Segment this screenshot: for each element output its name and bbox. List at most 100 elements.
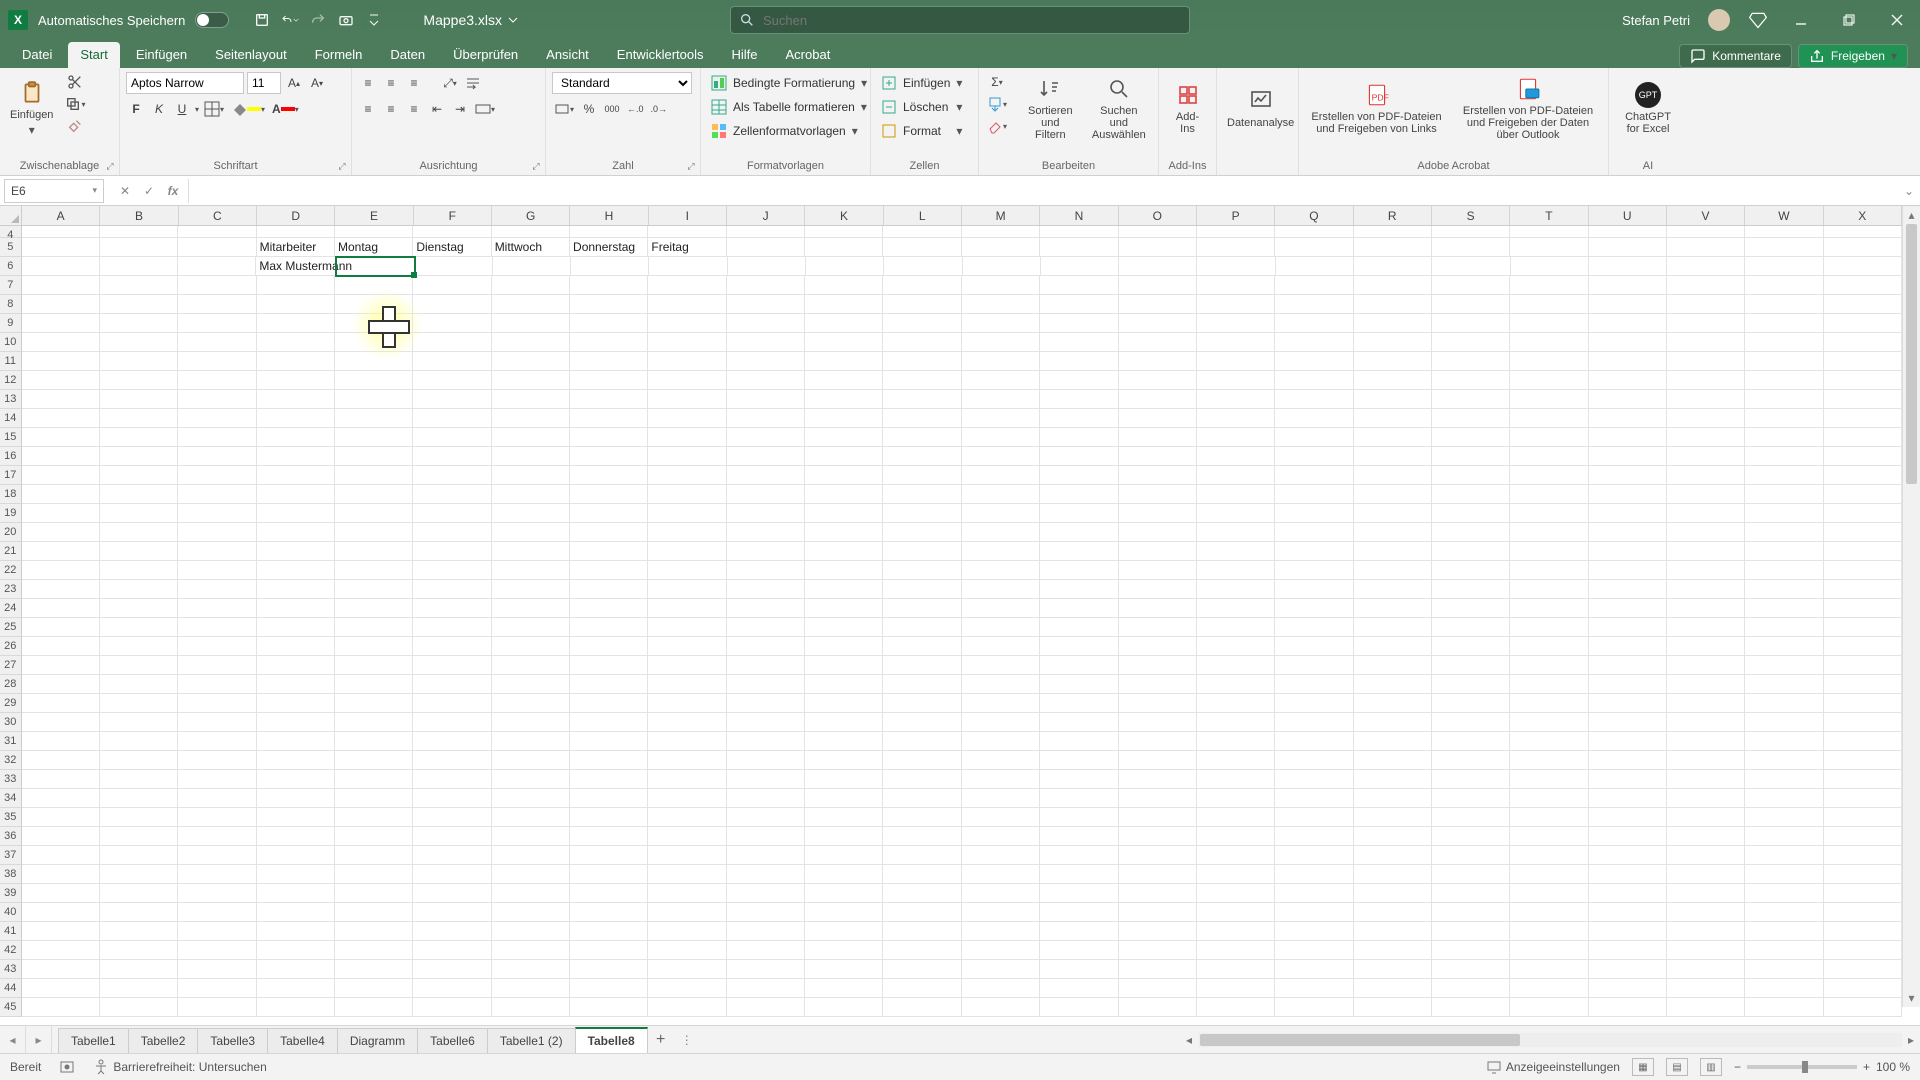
cell-S26[interactable] <box>1432 637 1510 656</box>
cell-S37[interactable] <box>1432 846 1510 865</box>
cell-A41[interactable] <box>22 922 100 941</box>
row-header-31[interactable]: 31 <box>0 732 22 751</box>
cell-E28[interactable] <box>335 675 413 694</box>
cell-T23[interactable] <box>1510 580 1588 599</box>
cell-B6[interactable] <box>100 257 178 276</box>
cell-X27[interactable] <box>1824 656 1902 675</box>
cell-A44[interactable] <box>22 979 100 998</box>
cell-T12[interactable] <box>1510 371 1588 390</box>
cell-N32[interactable] <box>1040 751 1118 770</box>
cell-F22[interactable] <box>413 561 491 580</box>
cell-U16[interactable] <box>1589 447 1667 466</box>
cell-N36[interactable] <box>1040 827 1118 846</box>
cell-L20[interactable] <box>883 523 961 542</box>
cell-Q42[interactable] <box>1275 941 1353 960</box>
cell-G44[interactable] <box>492 979 570 998</box>
cell-P21[interactable] <box>1197 542 1275 561</box>
cell-N10[interactable] <box>1040 333 1118 352</box>
cell-X20[interactable] <box>1824 523 1902 542</box>
cell-W36[interactable] <box>1745 827 1823 846</box>
cell-C6[interactable] <box>178 257 256 276</box>
cell-F12[interactable] <box>413 371 491 390</box>
cell-I37[interactable] <box>648 846 726 865</box>
cell-C8[interactable] <box>178 295 256 314</box>
percent-button[interactable]: % <box>579 99 599 119</box>
cell-B15[interactable] <box>100 428 178 447</box>
cell-R30[interactable] <box>1354 713 1432 732</box>
cell-E27[interactable] <box>335 656 413 675</box>
cell-S33[interactable] <box>1432 770 1510 789</box>
cell-Q44[interactable] <box>1275 979 1353 998</box>
cell-D24[interactable] <box>257 599 335 618</box>
cell-B25[interactable] <box>100 618 178 637</box>
cell-D17[interactable] <box>257 466 335 485</box>
cell-S5[interactable] <box>1432 238 1510 257</box>
paste-button[interactable]: Einfügen ▾ <box>6 72 57 144</box>
col-header-E[interactable]: E <box>335 206 413 225</box>
cell-C17[interactable] <box>178 466 256 485</box>
cell-K20[interactable] <box>805 523 883 542</box>
maximize-button[interactable] <box>1834 10 1864 30</box>
cell-O44[interactable] <box>1119 979 1197 998</box>
cell-R4[interactable] <box>1354 226 1432 238</box>
row-header-22[interactable]: 22 <box>0 561 22 580</box>
row-header-39[interactable]: 39 <box>0 884 22 903</box>
cell-H5[interactable]: Donnerstag <box>570 238 648 257</box>
cell-H39[interactable] <box>570 884 648 903</box>
cell-J32[interactable] <box>727 751 805 770</box>
cell-C29[interactable] <box>178 694 256 713</box>
cell-O5[interactable] <box>1119 238 1197 257</box>
cell-F28[interactable] <box>413 675 491 694</box>
cell-W21[interactable] <box>1745 542 1823 561</box>
format-as-table-button[interactable]: Als Tabelle formatieren▾ <box>707 96 871 118</box>
cell-P13[interactable] <box>1197 390 1275 409</box>
increase-indent-button[interactable]: ⇥ <box>450 99 470 119</box>
cell-X33[interactable] <box>1824 770 1902 789</box>
cell-W38[interactable] <box>1745 865 1823 884</box>
cell-B20[interactable] <box>100 523 178 542</box>
cell-H31[interactable] <box>570 732 648 751</box>
cell-F20[interactable] <box>413 523 491 542</box>
number-format-combo[interactable]: Standard <box>552 72 692 94</box>
align-top-button[interactable]: ≡ <box>358 73 378 93</box>
cell-V9[interactable] <box>1667 314 1745 333</box>
cell-A30[interactable] <box>22 713 100 732</box>
hscroll-right[interactable]: ▸ <box>1902 1031 1920 1049</box>
cell-B10[interactable] <box>100 333 178 352</box>
cell-F42[interactable] <box>413 941 491 960</box>
cell-X21[interactable] <box>1824 542 1902 561</box>
cell-Q31[interactable] <box>1275 732 1353 751</box>
cell-H18[interactable] <box>570 485 648 504</box>
cell-R15[interactable] <box>1354 428 1432 447</box>
cell-L44[interactable] <box>883 979 961 998</box>
sheet-tab-tabelle6[interactable]: Tabelle6 <box>417 1028 488 1053</box>
cell-G22[interactable] <box>492 561 570 580</box>
cell-Q38[interactable] <box>1275 865 1353 884</box>
cell-O41[interactable] <box>1119 922 1197 941</box>
vscroll-thumb[interactable] <box>1906 224 1917 484</box>
cell-V11[interactable] <box>1667 352 1745 371</box>
ribbon-tab-acrobat[interactable]: Acrobat <box>774 42 843 68</box>
cell-E16[interactable] <box>335 447 413 466</box>
font-launcher[interactable]: ⤢ <box>336 160 348 172</box>
cell-L41[interactable] <box>883 922 961 941</box>
cell-G11[interactable] <box>492 352 570 371</box>
cell-U7[interactable] <box>1589 276 1667 295</box>
cell-U40[interactable] <box>1589 903 1667 922</box>
cell-B16[interactable] <box>100 447 178 466</box>
cell-V25[interactable] <box>1667 618 1745 637</box>
cell-A4[interactable] <box>22 226 100 238</box>
cell-T29[interactable] <box>1510 694 1588 713</box>
cell-J44[interactable] <box>727 979 805 998</box>
cell-K41[interactable] <box>805 922 883 941</box>
cell-E19[interactable] <box>335 504 413 523</box>
cell-O32[interactable] <box>1119 751 1197 770</box>
cell-E43[interactable] <box>335 960 413 979</box>
cell-M39[interactable] <box>962 884 1040 903</box>
col-header-B[interactable]: B <box>100 206 178 225</box>
align-middle-button[interactable]: ≡ <box>381 73 401 93</box>
cell-X26[interactable] <box>1824 637 1902 656</box>
cell-C23[interactable] <box>178 580 256 599</box>
cell-C37[interactable] <box>178 846 256 865</box>
cell-N26[interactable] <box>1040 637 1118 656</box>
